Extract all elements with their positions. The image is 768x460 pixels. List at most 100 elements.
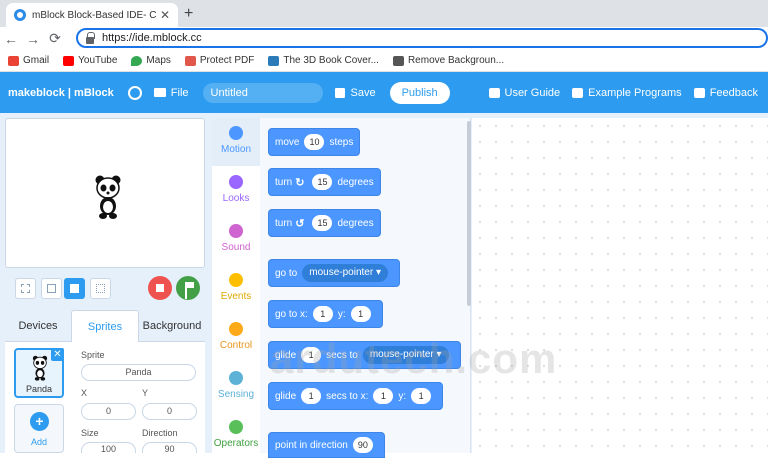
bookmark-gmail[interactable]: Gmail — [8, 55, 49, 66]
save-button[interactable]: Save — [334, 86, 376, 99]
target-dropdown[interactable]: mouse-pointer ▾ — [302, 264, 388, 282]
sprite-name-label: Sprite — [81, 350, 105, 360]
palette-scrollbar[interactable] — [467, 121, 471, 306]
block-turn-counterclockwise[interactable]: turn ↺ 15 degrees — [268, 209, 381, 237]
tab-sprites[interactable]: Sprites — [71, 310, 139, 342]
bookmark-3d-book-cover[interactable]: The 3D Book Cover... — [268, 55, 379, 66]
bookmark-maps[interactable]: Maps — [131, 55, 171, 66]
events-dot-icon — [229, 273, 243, 287]
youtube-icon — [63, 55, 75, 66]
direction-input[interactable]: 90 — [352, 437, 373, 453]
block-palette: move 10 steps turn ↻ 15 degrees turn ↺ 1… — [260, 118, 471, 458]
pdf-icon — [184, 55, 196, 66]
add-sprite-button[interactable]: + Add — [14, 404, 64, 453]
grid-icon — [96, 284, 105, 293]
secs-input[interactable]: 1 — [301, 388, 322, 404]
example-programs-link[interactable]: Example Programs — [572, 87, 682, 99]
project-title-input[interactable] — [202, 82, 323, 103]
save-label: Save — [350, 86, 376, 99]
y-label: Y — [142, 388, 149, 398]
category-motion[interactable]: Motion — [212, 118, 260, 166]
glide-target-dropdown[interactable]: mouse-pointer ▾ — [362, 346, 449, 364]
book-open-icon — [572, 87, 584, 98]
close-tab-icon[interactable]: ✕ — [160, 8, 170, 22]
sprite-card-panda[interactable]: ✕ Panda — [14, 348, 64, 398]
category-sensing[interactable]: Sensing — [212, 363, 260, 411]
back-arrow-icon[interactable]: ← — [0, 31, 22, 47]
globe-icon[interactable] — [127, 85, 142, 100]
normal-stage-button[interactable] — [64, 278, 85, 299]
x-label: X — [81, 388, 88, 398]
category-control[interactable]: Control — [212, 314, 260, 362]
category-events[interactable]: Events — [212, 265, 260, 313]
browser-nav-bar: ← → ⟳ https://ide.mblock.cc — [0, 27, 768, 50]
block-glide-to[interactable]: glide 1 secs to mouse-pointer ▾ — [268, 341, 461, 369]
grid-view-button[interactable] — [90, 278, 111, 299]
operators-dot-icon — [229, 420, 243, 434]
script-canvas[interactable] — [472, 118, 768, 453]
block-point-in-direction[interactable]: point in direction 90 — [268, 432, 385, 458]
bookmark-protect-pdf[interactable]: Protect PDF — [184, 55, 254, 66]
bookmark-youtube[interactable]: YouTube — [63, 55, 117, 66]
sensing-dot-icon — [229, 371, 243, 385]
category-sound[interactable]: Sound — [212, 216, 260, 264]
publish-button[interactable]: Publish — [389, 81, 450, 104]
user-guide-link[interactable]: User Guide — [488, 87, 560, 99]
direction-label: Direction — [142, 428, 178, 438]
maps-icon — [131, 55, 143, 66]
browser-tab[interactable]: mBlock Block-Based IDE- Coding ✕ — [6, 3, 178, 27]
y-field[interactable]: 0 — [142, 403, 197, 420]
degrees-input[interactable]: 15 — [312, 215, 333, 231]
small-stage-button[interactable] — [41, 278, 62, 299]
chat-icon — [693, 87, 705, 98]
url-text: https://ide.mblock.cc — [102, 32, 202, 44]
degrees-input[interactable]: 15 — [312, 174, 333, 190]
tab-title: mBlock Block-Based IDE- Coding — [32, 9, 156, 21]
block-go-to[interactable]: go to mouse-pointer ▾ — [268, 259, 400, 287]
add-label: Add — [30, 437, 47, 447]
block-turn-clockwise[interactable]: turn ↻ 15 degrees — [268, 168, 381, 196]
steps-input[interactable]: 10 — [304, 134, 325, 150]
x-input[interactable]: 1 — [312, 306, 333, 322]
x-input[interactable]: 1 — [373, 388, 394, 404]
delete-sprite-icon[interactable]: ✕ — [51, 348, 64, 361]
block-glide-to-xy[interactable]: glide 1 secs to x: 1 y: 1 — [268, 382, 444, 410]
size-field[interactable]: 100 — [81, 442, 136, 454]
header-right-links: User Guide Example Programs Feedback — [477, 72, 758, 113]
block-categories: Motion Looks Sound Events Control Sensin… — [212, 118, 260, 453]
category-looks[interactable]: Looks — [212, 167, 260, 215]
stage-panel: Devices Sprites Background ✕ Panda + Add… — [5, 118, 207, 454]
block-go-to-xy[interactable]: go to x: 1 y: 1 — [268, 300, 383, 328]
motion-dot-icon — [229, 126, 243, 140]
reload-icon[interactable]: ⟳ — [44, 30, 66, 47]
brand-logo: makeblock | mBlock — [8, 86, 114, 99]
bookmark-remove-background[interactable]: Remove Backgroun... — [392, 55, 504, 66]
green-flag-button[interactable] — [176, 276, 200, 300]
panda-thumbnail — [32, 355, 48, 381]
panel-tabs: Devices Sprites Background — [5, 310, 205, 342]
y-input[interactable]: 1 — [411, 388, 432, 404]
secs-input[interactable]: 1 — [301, 347, 322, 363]
forward-arrow-icon[interactable]: → — [22, 31, 44, 47]
stage[interactable] — [5, 118, 205, 268]
tab-devices[interactable]: Devices — [5, 310, 71, 342]
file-label: File — [170, 86, 189, 99]
normal-stage-icon — [70, 284, 79, 293]
direction-field[interactable]: 90 — [142, 442, 197, 454]
fullscreen-button[interactable] — [15, 278, 36, 299]
x-field[interactable]: 0 — [81, 403, 136, 420]
fullscreen-icon — [21, 284, 30, 293]
mblock-favicon-icon — [14, 9, 26, 21]
address-bar[interactable]: https://ide.mblock.cc — [76, 28, 768, 48]
panda-sprite[interactable] — [94, 175, 122, 219]
block-move-steps[interactable]: move 10 steps — [268, 128, 361, 156]
gmail-icon — [8, 55, 19, 66]
stop-button[interactable] — [148, 276, 172, 300]
y-input[interactable]: 1 — [350, 306, 371, 322]
new-tab-icon[interactable]: + — [184, 5, 193, 23]
file-menu[interactable]: File — [153, 86, 189, 99]
tab-background[interactable]: Background — [139, 310, 205, 342]
sound-dot-icon — [229, 224, 243, 238]
sprite-name-field[interactable]: Panda — [81, 364, 196, 381]
feedback-link[interactable]: Feedback — [693, 87, 758, 99]
